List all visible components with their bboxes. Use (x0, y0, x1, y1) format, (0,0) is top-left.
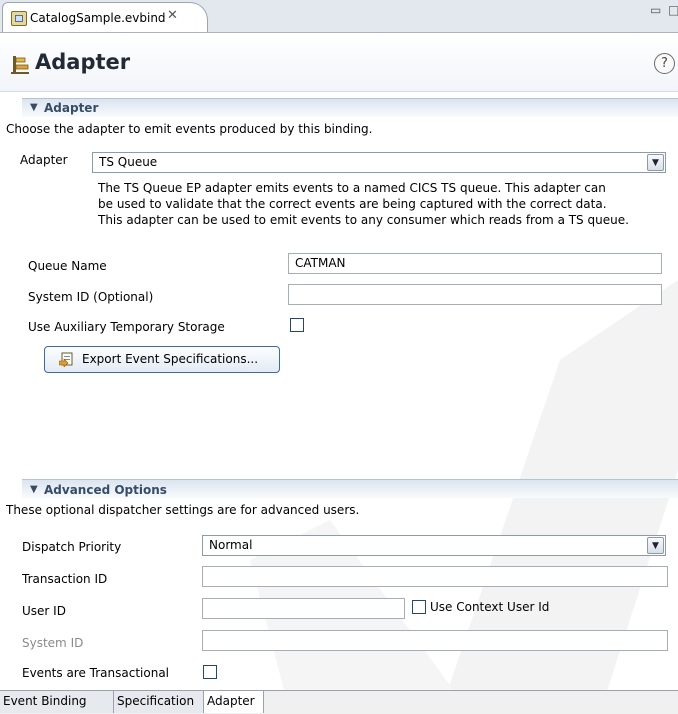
user-id-input[interactable] (202, 598, 405, 619)
dispatch-priority-value: Normal (209, 538, 253, 552)
export-button-label: Export Event Specifications... (82, 352, 259, 366)
editor-tab[interactable]: CatalogSample.evbind ✕ (2, 2, 208, 32)
advanced-system-id-label: System ID (22, 636, 84, 650)
adapter-section-header[interactable] (22, 98, 678, 117)
chevron-down-icon[interactable]: ▼ (647, 154, 664, 171)
advanced-section-description: These optional dispatcher settings are f… (6, 503, 360, 517)
tab-event-binding[interactable]: Event Binding (0, 691, 114, 713)
collapse-twisty-icon[interactable]: ▼ (30, 484, 38, 495)
tab-specification[interactable]: Specification (114, 691, 204, 713)
transaction-id-label: Transaction ID (22, 572, 108, 586)
advanced-section-title: Advanced Options (44, 483, 167, 497)
adapter-icon (11, 56, 29, 74)
help-icon[interactable]: ? (654, 53, 675, 74)
queue-name-input[interactable]: CATMAN (288, 253, 662, 274)
aux-storage-checkbox[interactable] (290, 318, 304, 332)
adapter-select[interactable]: TS Queue ▼ (92, 152, 666, 173)
editor-page-tabs: Event Binding Specification Adapter (0, 690, 678, 714)
editor-tab-title: CatalogSample.evbind (30, 11, 166, 25)
dispatch-priority-label: Dispatch Priority (22, 540, 122, 554)
adapter-help-line: The TS Queue EP adapter emits events to … (98, 181, 606, 195)
maximize-icon[interactable]: □ (668, 3, 678, 17)
user-id-label: User ID (22, 604, 66, 618)
aux-storage-label: Use Auxiliary Temporary Storage (28, 320, 225, 334)
minimize-icon[interactable]: ▭ (650, 3, 661, 17)
use-context-user-checkbox[interactable] (412, 600, 426, 614)
adapter-help-text: The TS Queue EP adapter emits events to … (98, 180, 629, 228)
evbind-file-icon (11, 11, 27, 26)
chevron-down-icon[interactable]: ▼ (647, 537, 664, 554)
events-transactional-label: Events are Transactional (22, 666, 169, 680)
export-event-specifications-button[interactable]: Export Event Specifications... (44, 346, 280, 373)
dispatch-priority-select[interactable]: Normal ▼ (202, 535, 666, 556)
adapter-section-title: Adapter (44, 101, 99, 115)
system-id-input[interactable] (288, 284, 662, 305)
queue-name-label: Queue Name (28, 259, 107, 273)
advanced-system-id-input[interactable] (202, 630, 668, 651)
transaction-id-input[interactable] (202, 566, 668, 587)
adapter-label: Adapter (20, 153, 68, 167)
export-icon (59, 352, 73, 367)
close-icon[interactable]: ✕ (167, 8, 178, 23)
adapter-section-description: Choose the adapter to emit events produc… (6, 122, 373, 136)
page-title: Adapter (35, 50, 131, 74)
tab-adapter[interactable]: Adapter (204, 691, 264, 713)
adapter-select-value: TS Queue (99, 155, 158, 169)
adapter-help-line: be used to validate that the correct eve… (98, 197, 607, 211)
system-id-label: System ID (Optional) (28, 290, 154, 304)
events-transactional-checkbox[interactable] (203, 665, 217, 679)
collapse-twisty-icon[interactable]: ▼ (30, 102, 38, 113)
adapter-help-line: This adapter can be used to emit events … (98, 213, 629, 227)
use-context-user-label: Use Context User Id (430, 600, 550, 614)
